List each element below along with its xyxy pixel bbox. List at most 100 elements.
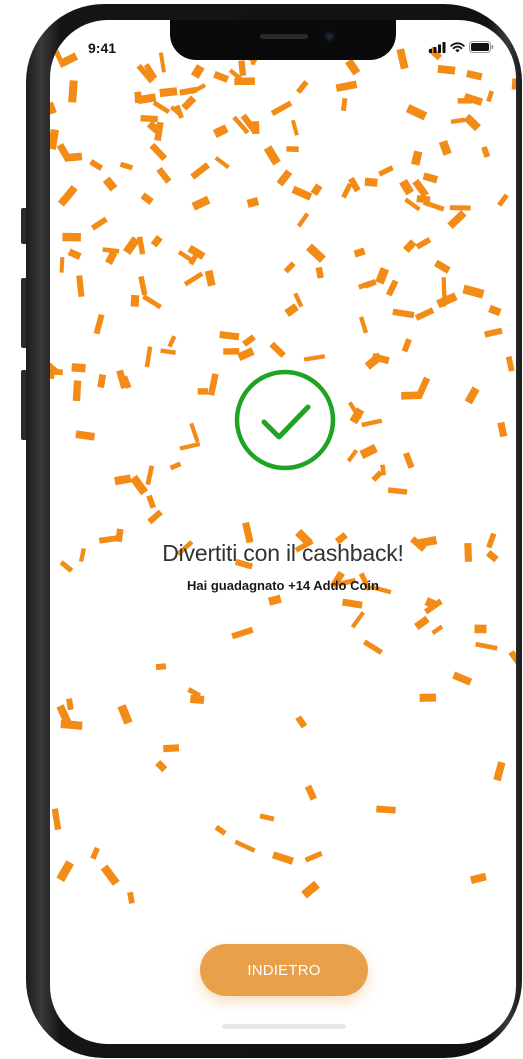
confetti-piece: [122, 375, 132, 389]
confetti-piece: [240, 113, 257, 133]
confetti-piece: [463, 113, 481, 132]
confetti-piece: [123, 236, 140, 255]
reward-subtitle: Hai guadagnato +14 Addo Coin: [186, 578, 379, 593]
confetti-piece: [387, 487, 408, 495]
confetti-piece: [214, 156, 230, 170]
confetti-piece: [234, 77, 255, 86]
confetti-piece: [470, 872, 487, 884]
confetti-piece: [169, 105, 182, 117]
confetti-piece: [183, 271, 204, 287]
confetti-piece: [447, 210, 467, 229]
confetti-piece: [486, 90, 494, 103]
confetti-piece: [505, 356, 515, 372]
back-button[interactable]: INDIETRO: [200, 944, 368, 996]
confetti-piece: [50, 368, 63, 376]
confetti-piece: [404, 197, 421, 212]
confetti-piece: [475, 641, 498, 651]
confetti-piece: [464, 386, 480, 405]
confetti-piece: [163, 744, 180, 753]
confetti-piece: [61, 52, 79, 67]
confetti-piece: [130, 294, 140, 307]
confetti-piece: [147, 509, 163, 525]
confetti-piece: [134, 91, 142, 104]
confetti-piece: [51, 808, 62, 831]
confetti-piece: [310, 183, 323, 197]
confetti-piece: [399, 178, 414, 196]
confetti-piece: [190, 83, 207, 95]
confetti-piece: [341, 598, 363, 609]
confetti-piece: [53, 49, 66, 68]
confetti-piece: [361, 418, 383, 428]
confetti-piece: [401, 391, 422, 400]
confetti-piece: [72, 380, 82, 402]
confetti-piece: [145, 465, 155, 486]
confetti-piece: [190, 694, 205, 704]
confetti-piece: [140, 192, 154, 205]
confetti-piece: [269, 341, 286, 358]
confetti-piece: [93, 313, 105, 335]
confetti-piece: [380, 464, 387, 476]
speaker-grille: [260, 34, 308, 39]
confetti-piece: [304, 850, 323, 863]
confetti-piece: [89, 159, 104, 171]
confetti-piece: [371, 470, 383, 482]
confetti-piece: [100, 864, 120, 886]
confetti-piece: [56, 704, 73, 726]
confetti-piece: [462, 284, 485, 299]
confetti-piece: [511, 78, 516, 90]
confetti-piece: [449, 205, 471, 211]
confetti-piece: [353, 247, 366, 258]
confetti-piece: [60, 719, 83, 730]
confetti-piece: [214, 824, 227, 836]
confetti-piece: [348, 176, 361, 193]
confetti-piece: [283, 261, 296, 274]
confetti-piece: [437, 64, 456, 75]
confetti-piece: [228, 68, 245, 83]
confetti-icon: [50, 46, 516, 904]
confetti-piece: [152, 100, 171, 114]
confetti-piece: [465, 69, 483, 81]
confetti-piece: [50, 128, 59, 150]
confetti-piece: [137, 93, 157, 105]
confetti-piece: [213, 71, 230, 83]
confetti-piece: [291, 185, 313, 201]
confetti-piece: [296, 212, 310, 228]
confetti-piece: [187, 687, 201, 698]
front-camera: [324, 31, 335, 42]
confetti-piece: [97, 374, 107, 388]
confetti-piece: [363, 278, 377, 289]
confetti-piece: [62, 232, 81, 242]
confetti-piece: [286, 146, 299, 153]
confetti-piece: [57, 185, 78, 207]
confetti-piece: [422, 172, 439, 184]
confetti-piece: [251, 121, 260, 135]
confetti-piece: [424, 597, 438, 610]
confetti-piece: [463, 92, 484, 106]
confetti-piece: [346, 448, 359, 463]
confetti-piece: [197, 388, 209, 395]
confetti-piece: [50, 360, 59, 376]
confetti-piece: [150, 234, 163, 248]
confetti-piece: [160, 348, 176, 355]
confetti-piece: [411, 150, 423, 166]
confetti-piece: [497, 421, 508, 438]
confetti-piece: [271, 851, 295, 865]
confetti-piece: [364, 177, 378, 187]
home-indicator[interactable]: [222, 1024, 346, 1029]
confetti-piece: [190, 162, 211, 180]
confetti-piece: [362, 639, 383, 655]
confetti-piece: [190, 64, 205, 79]
confetti-piece: [67, 248, 82, 260]
confetti-piece: [50, 101, 57, 115]
confetti-piece: [358, 316, 369, 334]
confetti-piece: [481, 146, 491, 158]
confetti-piece: [143, 63, 158, 80]
confetti-piece: [207, 373, 219, 396]
confetti-piece: [296, 80, 309, 94]
confetti-piece: [357, 280, 372, 290]
confetti-piece: [284, 303, 299, 317]
confetti-piece: [50, 366, 56, 380]
confetti-piece: [219, 330, 240, 341]
confetti-piece: [114, 474, 132, 486]
confetti-piece: [347, 401, 362, 421]
